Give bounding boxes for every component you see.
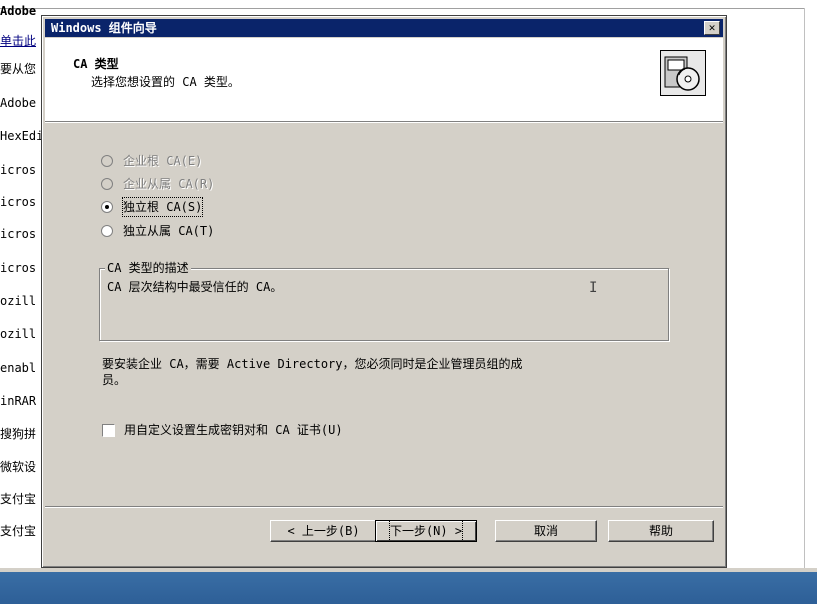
page-title: CA 类型 [73,57,119,71]
radio-label: 独立从属 CA(T) [123,224,215,238]
radio-label: 企业从属 CA(R) [123,177,215,191]
description-legend: CA 类型的描述 [105,260,191,276]
enterprise-note: 要安装企业 CA，需要 Active Directory，您必须同时是企业管理员… [102,356,662,388]
radio-button[interactable] [101,178,113,190]
back-button[interactable]: < 上一步(B) [270,520,377,542]
radio-label: 企业根 CA(E) [123,154,203,168]
radio-button[interactable] [101,201,113,213]
description-text: CA 层次结构中最受信任的 CA。 [107,280,283,294]
window-title: Windows 组件向导 [51,21,157,35]
button-separator-highlight [45,507,723,508]
radio-selected-dot [105,205,109,209]
text-cursor-icon: I [589,280,598,296]
radio-button[interactable] [101,225,113,237]
close-icon: ✕ [708,21,716,34]
radio-label: 独立根 CA(S) [121,197,204,217]
header-separator [45,122,723,123]
title-bar[interactable]: Windows 组件向导 ✕ [45,19,723,37]
help-button[interactable]: 帮助 [608,520,714,542]
taskbar[interactable] [0,570,817,604]
cancel-button[interactable]: 取消 [495,520,597,542]
close-button[interactable]: ✕ [704,21,720,35]
windows-components-wizard: Windows 组件向导 ✕ CA 类型 选择您想设置的 CA 类型。 企业根 … [41,15,727,568]
wizard-header: CA 类型 选择您想设置的 CA 类型。 [45,38,723,122]
background-window-border [0,8,805,9]
custom-settings-label[interactable]: 用自定义设置生成密钥对和 CA 证书(U) [124,421,343,438]
page-subtitle: 选择您想设置的 CA 类型。 [91,75,240,89]
radio-button[interactable] [101,155,113,167]
next-button[interactable]: 下一步(N) > [375,520,477,542]
background-window-edge [804,8,805,568]
note-line-1: 要安装企业 CA，需要 Active Directory，您必须同时是企业管理员… [102,357,523,371]
note-line-2: 员。 [102,373,127,387]
setup-disk-icon [660,50,706,96]
custom-settings-checkbox[interactable] [102,424,115,437]
